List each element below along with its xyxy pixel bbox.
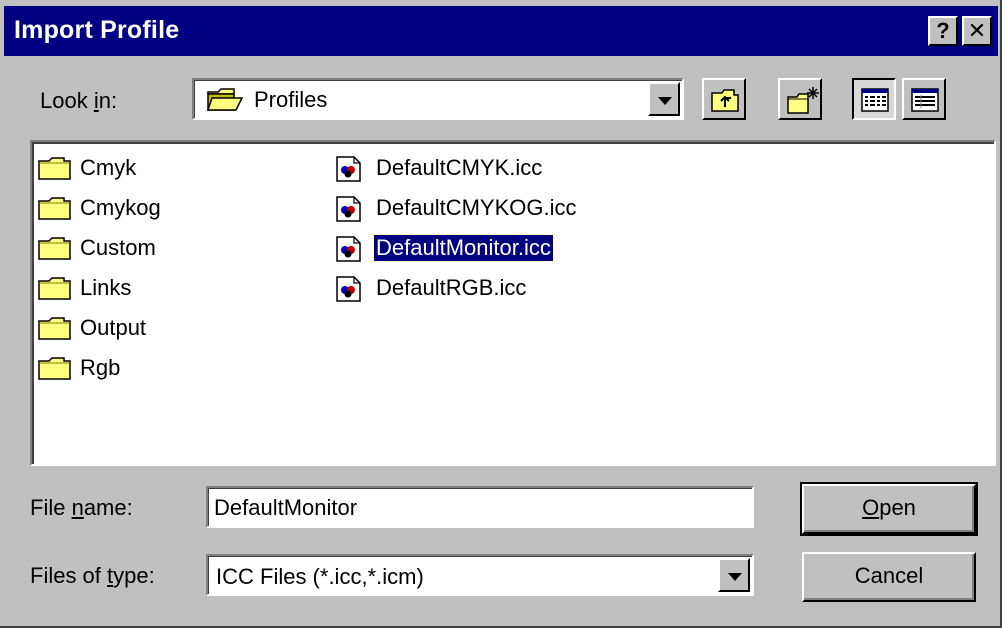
file-name-input[interactable]: DefaultMonitor xyxy=(206,486,754,528)
folder-label: Output xyxy=(80,315,147,340)
file-type-select[interactable]: ICC Files (*.icc,*.icm) xyxy=(206,554,754,596)
chevron-down-icon xyxy=(728,573,742,581)
file-label: DefaultRGB.icc xyxy=(376,275,527,300)
look-in-combobox[interactable]: Profiles xyxy=(192,78,684,120)
file-name-label: File name: xyxy=(30,495,133,520)
file-label: DefaultMonitor.icc xyxy=(373,234,554,262)
close-button[interactable]: ✕ xyxy=(962,16,992,46)
file-list[interactable]: Cmyk Cmykog Custom Links Output Rgb DefaultCMY… xyxy=(30,140,996,466)
file-type-label: Files of type: xyxy=(30,563,155,588)
folder-label: Rgb xyxy=(80,355,121,380)
help-button[interactable]: ? xyxy=(928,16,958,46)
file-label: DefaultCMYK.icc xyxy=(376,155,543,180)
icc-profile-icon xyxy=(334,156,362,188)
folder-icon xyxy=(38,196,72,226)
folder-icon xyxy=(38,356,72,386)
look-in-label: Look in: xyxy=(40,88,118,113)
icc-profile-icon xyxy=(334,276,362,308)
look-in-dropdown-button[interactable] xyxy=(648,82,680,116)
folder-icon xyxy=(38,156,72,186)
open-button[interactable]: Open xyxy=(800,482,978,536)
folder-label: Cmyk xyxy=(80,155,137,180)
chevron-down-icon xyxy=(658,97,672,105)
import-profile-dialog: Import Profile ? ✕ Look in: Profiles Cmy… xyxy=(0,0,1002,628)
file-label: DefaultCMYKOG.icc xyxy=(376,195,577,220)
list-view-button[interactable] xyxy=(852,78,896,120)
create-new-folder-icon xyxy=(787,87,819,114)
folder-label: Cmykog xyxy=(80,195,161,220)
details-view-button[interactable] xyxy=(902,78,946,120)
cancel-button[interactable]: Cancel xyxy=(802,552,976,602)
details-view-icon xyxy=(911,88,939,112)
icc-profile-icon xyxy=(334,236,362,268)
up-one-level-button[interactable] xyxy=(702,78,746,120)
dialog-title: Import Profile xyxy=(14,16,180,44)
folder-label: Links xyxy=(80,275,132,300)
open-folder-icon xyxy=(206,86,244,117)
file-type-value: ICC Files (*.icc,*.icm) xyxy=(216,564,424,589)
title-bar[interactable]: Import Profile ? ✕ xyxy=(4,6,998,56)
file-type-dropdown-button[interactable] xyxy=(718,558,750,592)
look-in-value: Profiles xyxy=(254,87,328,112)
folder-icon xyxy=(38,236,72,266)
folder-icon xyxy=(38,276,72,306)
up-one-level-icon xyxy=(711,89,739,112)
folder-label: Custom xyxy=(80,235,156,260)
icc-profile-icon xyxy=(334,196,362,228)
list-view-icon xyxy=(861,88,889,112)
folder-icon xyxy=(38,316,72,346)
create-new-folder-button[interactable] xyxy=(778,78,822,120)
